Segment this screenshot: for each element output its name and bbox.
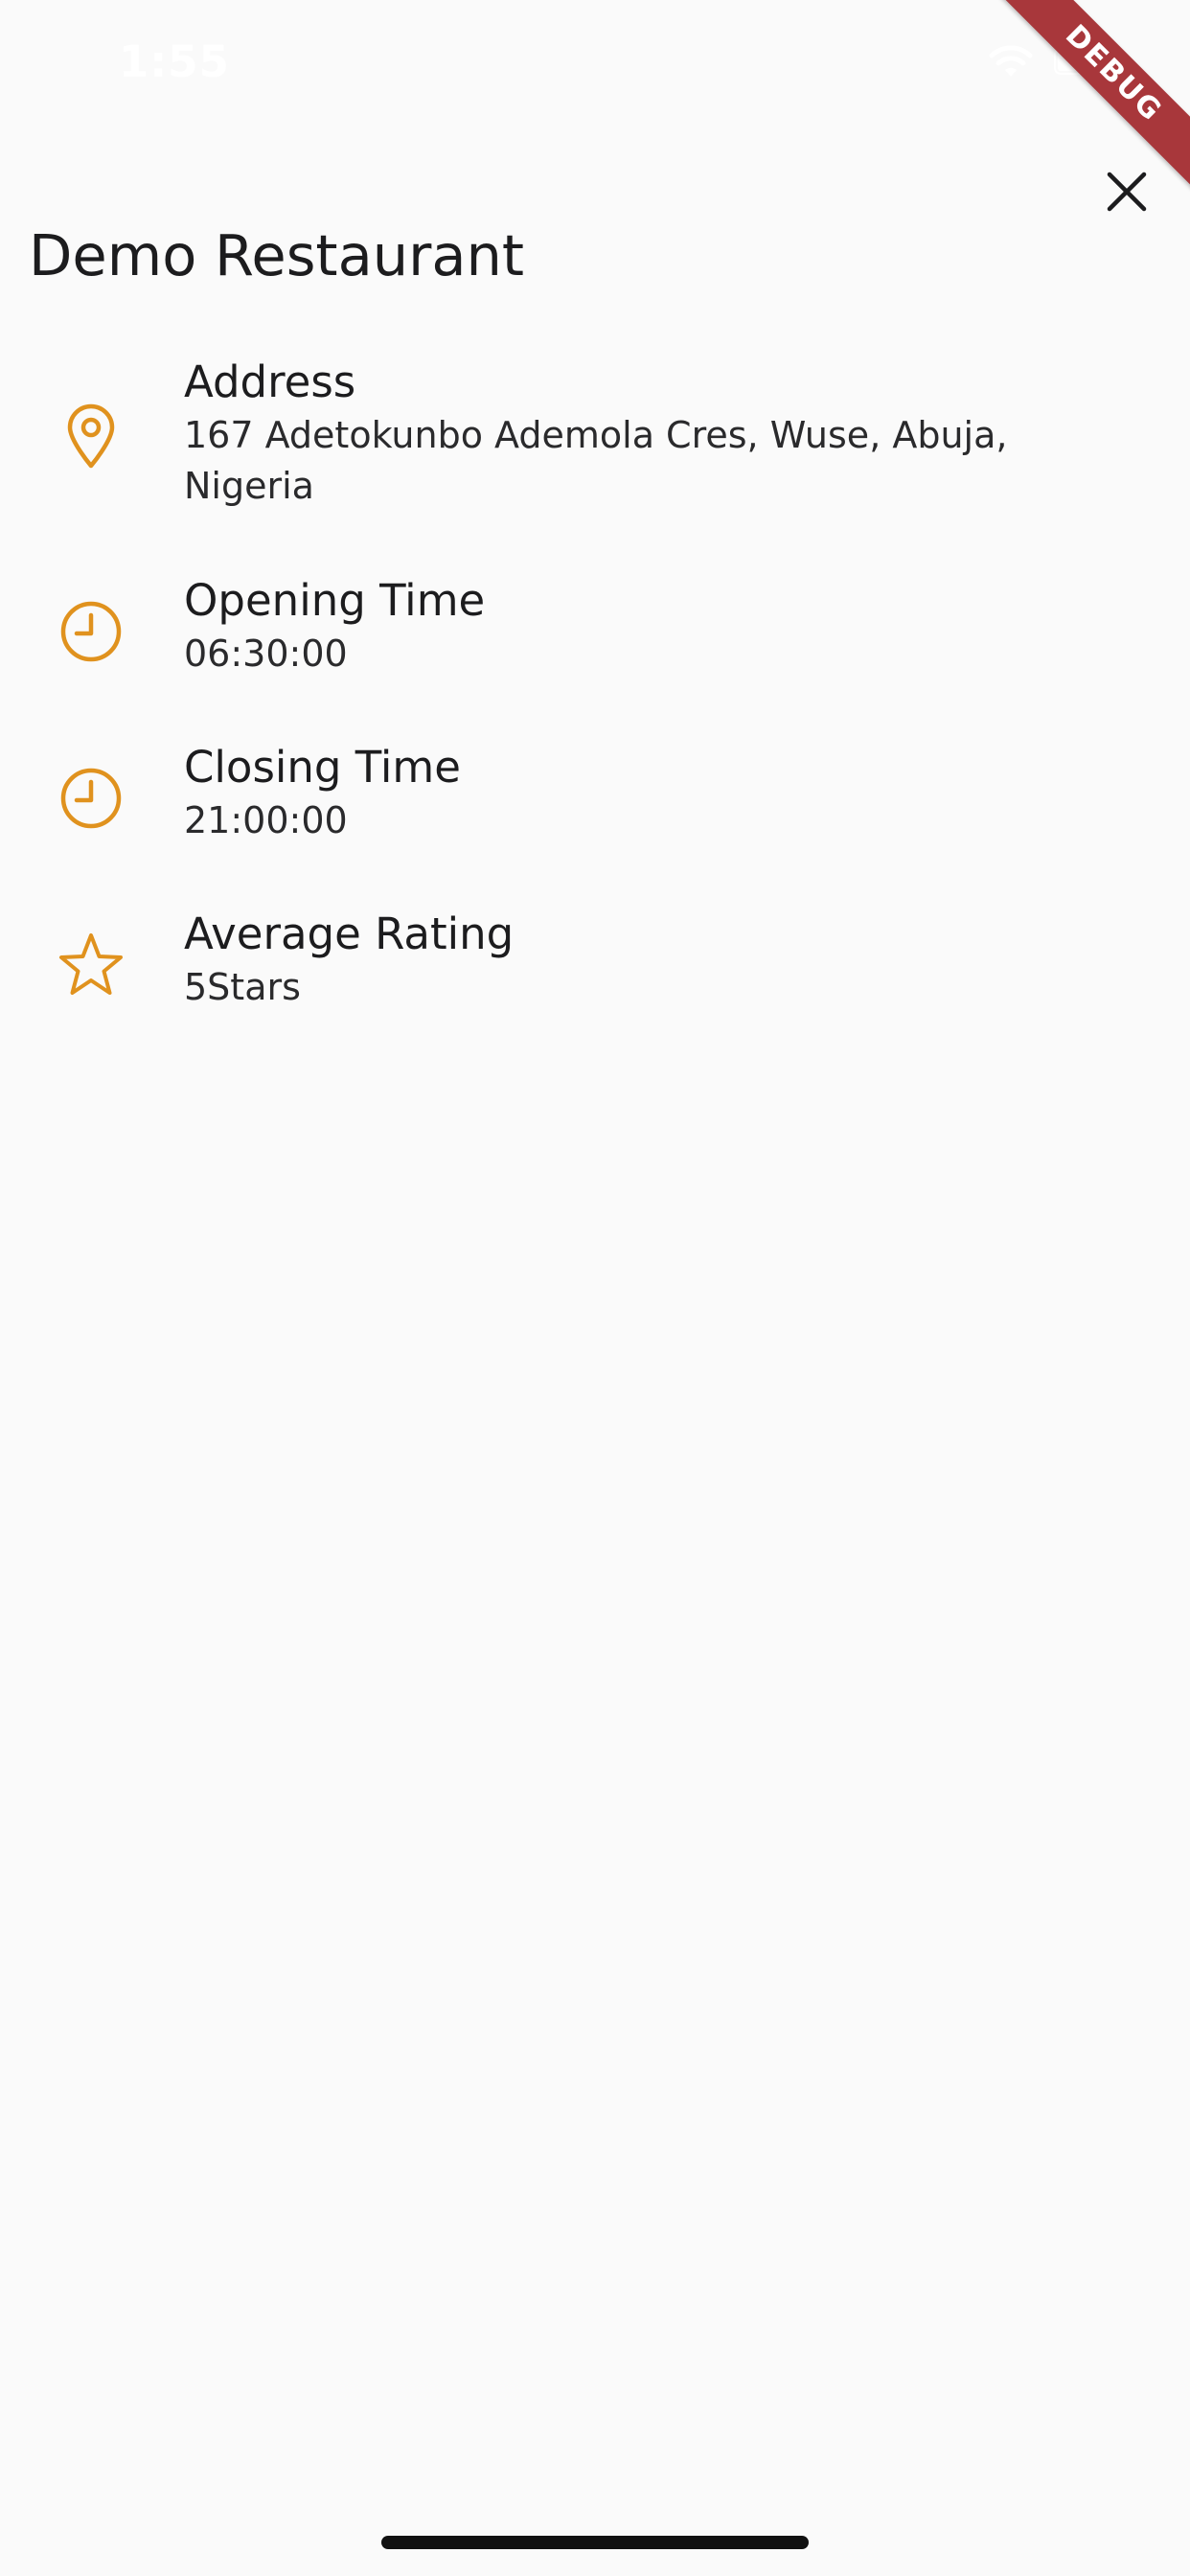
detail-value: 21:00:00 bbox=[184, 799, 348, 841]
detail-text: Opening Time 06:30:00 bbox=[184, 573, 1104, 679]
status-time: 1:55 bbox=[119, 36, 230, 87]
detail-value: 167 Adetokunbo Ademola Cres, Wuse, Abuja… bbox=[184, 414, 1008, 507]
detail-text: Address 167 Adetokunbo Ademola Cres, Wus… bbox=[184, 355, 1104, 512]
detail-title: Address bbox=[184, 356, 356, 407]
star-icon bbox=[59, 933, 123, 995]
detail-title: Closing Time bbox=[184, 742, 461, 793]
detail-title: Opening Time bbox=[184, 575, 486, 626]
detail-title: Average Rating bbox=[184, 908, 515, 959]
detail-text: Closing Time 21:00:00 bbox=[184, 740, 1104, 846]
detail-value: 06:30:00 bbox=[184, 632, 348, 675]
clock-icon bbox=[60, 601, 122, 662]
clock-icon bbox=[60, 768, 122, 829]
close-icon bbox=[1107, 172, 1147, 212]
home-indicator[interactable] bbox=[381, 2536, 809, 2549]
detail-text: Average Rating 5Stars bbox=[184, 907, 1104, 1013]
detail-value: 5Stars bbox=[184, 966, 301, 1008]
page-title: Demo Restaurant bbox=[29, 222, 525, 288]
location-pin-icon bbox=[67, 403, 115, 469]
close-button[interactable] bbox=[1092, 157, 1161, 226]
